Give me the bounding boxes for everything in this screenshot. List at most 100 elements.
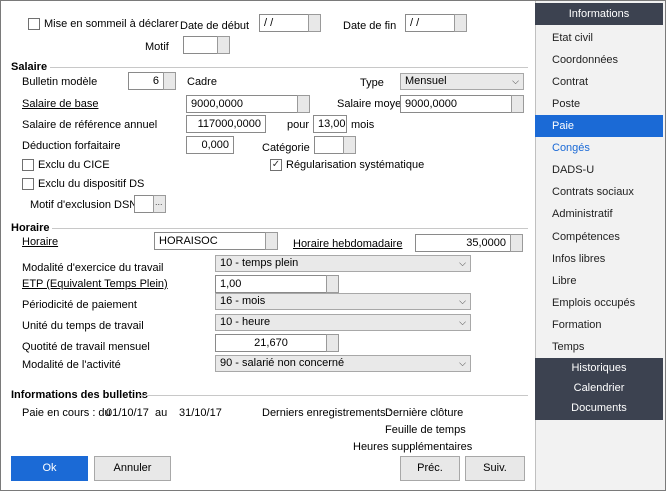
suiv-button[interactable]: Suiv. (465, 456, 525, 481)
chevron-down-icon: ⌵ (512, 76, 519, 86)
horaire-lookup-button[interactable] (265, 232, 278, 250)
sommeil-label: Mise en sommeil à déclarer (44, 18, 179, 30)
quotite-field[interactable]: 21,670 (215, 334, 327, 352)
sidebar-item-poste[interactable]: Poste (552, 98, 580, 110)
motif-dsn-lookup-button[interactable] (153, 195, 166, 213)
date-debut-calendar-button[interactable] (308, 14, 321, 32)
salaire-moyen-lookup-button[interactable] (511, 95, 524, 113)
motif-dsn-field[interactable] (134, 195, 154, 213)
motif-lookup-button[interactable] (217, 36, 230, 54)
regularisation-label: Régularisation systématique (286, 159, 425, 171)
unite-value: 10 - heure (220, 316, 271, 328)
sidebar-item-libre[interactable]: Libre (552, 275, 576, 287)
date-debut-field[interactable]: / / (259, 14, 309, 32)
etp-lookup-button[interactable] (326, 275, 339, 293)
modalite-activite-label: Modalité de l'activité (22, 359, 121, 371)
etp-label[interactable]: ETP (Equivalent Temps Plein) (22, 278, 168, 291)
exclu-ds-label: Exclu du dispositif DS (38, 178, 145, 190)
etp-field[interactable]: 1,00 (215, 275, 327, 293)
chevron-down-icon: ⌵ (459, 358, 466, 368)
sidebar-item-etat-civil[interactable]: Etat civil (552, 32, 593, 44)
categorie-field[interactable] (314, 136, 344, 154)
bulletin-modele-field[interactable]: 6 (128, 72, 164, 90)
paie-du-value: 01/10/17 (106, 407, 149, 419)
chevron-down-icon: ⌵ (459, 296, 466, 306)
bulletin-modele-lookup-button[interactable] (163, 72, 176, 90)
deduction-field[interactable]: 0,000 (186, 136, 234, 154)
exclu-cice-label: Exclu du CICE (38, 159, 110, 171)
type-select-value: Mensuel (405, 75, 447, 87)
chevron-down-icon: ⌵ (459, 317, 466, 327)
bulletins-divider (140, 395, 528, 396)
motif-field[interactable] (183, 36, 218, 54)
sidebar-item-formation[interactable]: Formation (552, 319, 602, 331)
categorie-lookup-button[interactable] (343, 136, 356, 154)
bulletin-modele-name: Cadre (187, 76, 217, 88)
sidebar-subitem-calendrier[interactable]: Calendrier (535, 382, 663, 394)
hebdo-label[interactable]: Horaire hebdomadaire (293, 238, 402, 251)
salaire-base-label[interactable]: Salaire de base (22, 98, 98, 111)
sidebar-item-temps[interactable]: Temps (552, 341, 584, 353)
sidebar-item-emplois-occupes[interactable]: Emplois occupés (552, 297, 635, 309)
hebdo-lookup-button[interactable] (510, 234, 523, 252)
horaire-section-title: Horaire (11, 222, 50, 234)
sidebar-item-contrats-sociaux[interactable]: Contrats sociaux (552, 186, 634, 198)
date-fin-label: Date de fin (343, 20, 397, 32)
bulletins-section-title: Informations des bulletins (11, 389, 148, 401)
exclu-ds-checkbox[interactable] (22, 178, 34, 190)
horaire-label[interactable]: Horaire (22, 236, 58, 249)
quotite-lookup-button[interactable] (326, 334, 339, 352)
unite-label: Unité du temps de travail (22, 320, 144, 332)
heures-sup-label: Heures supplémentaires (353, 441, 473, 453)
sidebar-item-infos-libres[interactable]: Infos libres (552, 253, 605, 265)
paie-au-value: 31/10/17 (179, 407, 222, 419)
type-select[interactable]: Mensuel ⌵ (400, 73, 524, 90)
modalite-activite-value: 90 - salarié non concerné (220, 357, 345, 369)
salaire-moyen-label: Salaire moyen (337, 98, 408, 110)
sidebar-subitem-historiques[interactable]: Historiques (535, 362, 663, 374)
feuille-temps-label: Feuille de temps (385, 424, 466, 436)
salaire-ref-label: Salaire de référence annuel (22, 119, 158, 131)
modalite-activite-select[interactable]: 90 - salarié non concerné ⌵ (215, 355, 471, 372)
modalite-exercice-value: 10 - temps plein (220, 257, 299, 269)
au-label: au (155, 407, 168, 419)
sidebar-item-conges[interactable]: Congés (552, 142, 590, 154)
exclu-cice-checkbox[interactable] (22, 159, 34, 171)
categorie-label: Catégorie (262, 142, 310, 154)
sidebar-item-administratif[interactable]: Administratif (552, 208, 613, 220)
date-fin-calendar-button[interactable] (454, 14, 467, 32)
sidebar-header: Informations (535, 3, 663, 25)
deduction-label: Déduction forfaitaire (22, 140, 121, 152)
ok-button[interactable]: Ok (11, 456, 88, 481)
type-label: Type (360, 77, 384, 89)
sommeil-checkbox[interactable] (28, 18, 40, 30)
prec-button[interactable]: Préc. (400, 456, 460, 481)
periodicite-select[interactable]: 16 - mois ⌵ (215, 293, 471, 310)
mois-label: mois (351, 119, 375, 131)
horaire-field[interactable]: HORAISOC (154, 232, 266, 250)
salaire-ref-field[interactable]: 117000,0000 (186, 115, 266, 133)
periodicite-label: Périodicité de paiement (22, 299, 137, 311)
quotite-label: Quotité de travail mensuel (22, 341, 150, 353)
annuler-button[interactable]: Annuler (94, 456, 171, 481)
salaire-moyen-field[interactable]: 9000,0000 (400, 95, 512, 113)
periodicite-value: 16 - mois (220, 295, 266, 307)
salaire-base-lookup-button[interactable] (297, 95, 310, 113)
sidebar-item-dads-u[interactable]: DADS-U (552, 164, 594, 176)
modalite-exercice-label: Modalité d'exercice du travail (22, 262, 164, 274)
sidebar-item-coordonnees[interactable]: Coordonnées (552, 54, 618, 66)
chevron-down-icon: ⌵ (459, 258, 466, 268)
date-fin-field[interactable]: / / (405, 14, 455, 32)
motif-label: Motif (145, 41, 169, 53)
hebdo-field[interactable]: 35,0000 (415, 234, 511, 252)
regularisation-checkbox[interactable]: ✓ (270, 159, 282, 171)
sidebar-item-paie[interactable]: Paie (552, 120, 574, 132)
sidebar-item-competences[interactable]: Compétences (552, 231, 620, 243)
salaire-base-field[interactable]: 9000,0000 (186, 95, 298, 113)
modalite-exercice-select[interactable]: 10 - temps plein ⌵ (215, 255, 471, 272)
salaire-divider (50, 67, 528, 68)
mois-field[interactable]: 13,00 (313, 115, 347, 133)
sidebar-subitem-documents[interactable]: Documents (535, 402, 663, 414)
sidebar-item-contrat[interactable]: Contrat (552, 76, 588, 88)
unite-select[interactable]: 10 - heure ⌵ (215, 314, 471, 331)
